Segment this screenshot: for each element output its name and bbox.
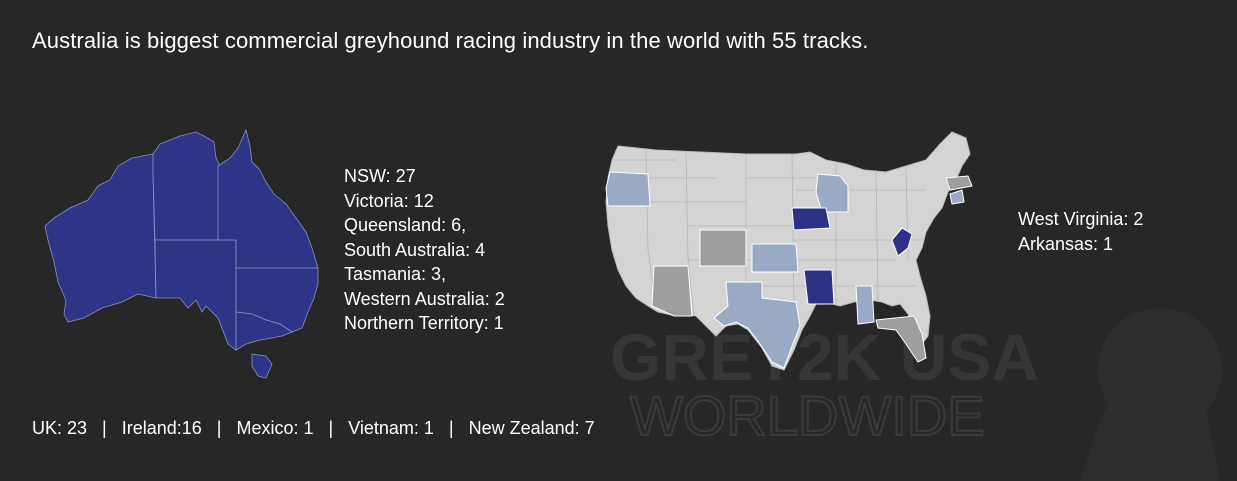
list-item: Victoria: 12 xyxy=(344,190,434,211)
watermark-line2: WORLDWIDE xyxy=(630,384,985,447)
region-northern-territory xyxy=(152,131,221,241)
region-tasmania xyxy=(251,353,273,379)
country-uk: UK: 23 xyxy=(32,418,88,438)
state-connecticut xyxy=(949,189,965,205)
state-colorado xyxy=(699,229,747,267)
state-oregon xyxy=(605,171,651,207)
state-kansas xyxy=(751,243,799,273)
list-item: Arkansas: 1 xyxy=(1018,233,1114,254)
country-vietnam: Vietnam: 1 xyxy=(348,418,434,438)
region-western-australia xyxy=(44,153,157,323)
separator: | xyxy=(102,418,107,438)
headline: Australia is biggest commercial greyhoun… xyxy=(32,28,869,53)
state-alabama xyxy=(855,285,875,325)
separator: | xyxy=(216,418,222,438)
country-mexico: Mexico: 1 xyxy=(236,418,314,438)
region-south-australia xyxy=(154,239,237,351)
state-arizona xyxy=(651,265,693,317)
separator: | xyxy=(328,418,334,438)
other-countries-footer: UK: 23 | Ireland:16 | Mexico: 1 | Vietna… xyxy=(32,418,595,439)
list-item: Northern Territory: 1 xyxy=(344,313,504,333)
state-arkansas xyxy=(803,269,835,305)
country-ireland: Ireland:16 xyxy=(121,418,202,438)
list-item: South Australia: 4 xyxy=(344,239,486,260)
us-map xyxy=(605,131,973,371)
separator: | xyxy=(448,418,454,438)
list-item: Queensland: 6, xyxy=(344,215,467,235)
list-item: Tasmania: 3, xyxy=(344,264,447,284)
australia-map xyxy=(44,128,319,379)
state-massachusetts xyxy=(945,175,973,191)
list-item: Western Australia: 2 xyxy=(344,288,505,309)
list-item: NSW: 27 xyxy=(344,166,416,186)
us-track-list: West Virginia: 2 Arkansas: 1 xyxy=(1018,207,1143,256)
state-wisconsin xyxy=(815,173,849,213)
country-new-zealand: New Zealand: 7 xyxy=(468,418,595,438)
australia-track-list: NSW: 27 Victoria: 12 Queensland: 6, Sout… xyxy=(344,164,505,336)
state-iowa xyxy=(791,207,831,231)
list-item: West Virginia: 2 xyxy=(1018,209,1144,229)
